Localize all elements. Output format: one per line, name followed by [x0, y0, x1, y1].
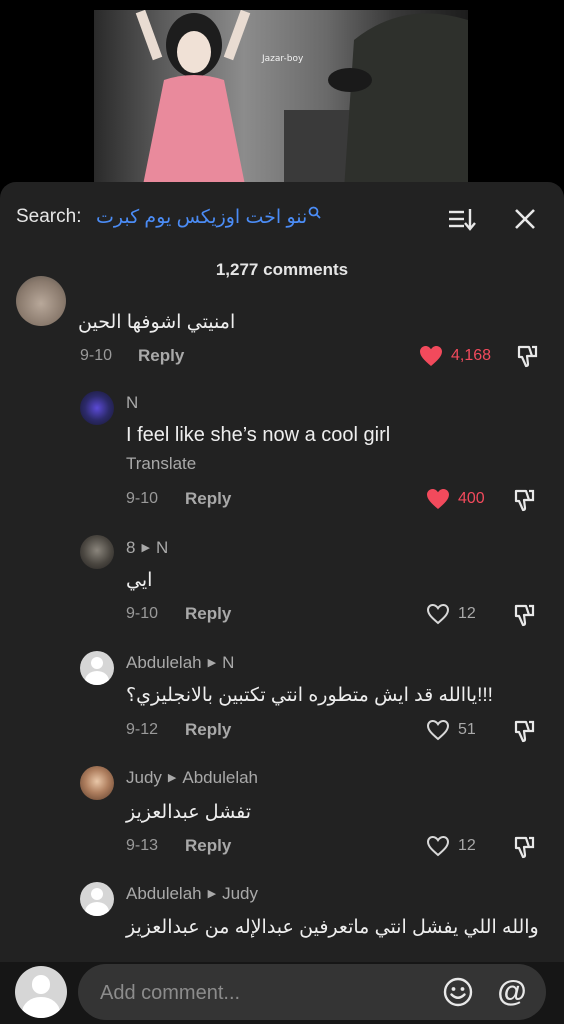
heart-icon-filled[interactable] [426, 488, 450, 510]
video-watermark: Jazar-boy [262, 54, 304, 64]
avatar[interactable] [80, 535, 114, 569]
comment-text: امنيتي اشوفها الحين [78, 312, 236, 333]
avatar[interactable] [16, 276, 66, 326]
search-label: Search: [16, 206, 82, 227]
reply-button[interactable]: Reply [138, 346, 184, 366]
mention-at-icon[interactable]: @ [496, 976, 528, 1008]
search-icon [308, 206, 321, 219]
comments-search-row: Search: ننو اخت اوزيكس يوم كبرت [0, 200, 564, 236]
reply-button[interactable]: Reply [185, 604, 231, 624]
sort-icon[interactable] [446, 204, 476, 234]
search-query-text: ننو اخت اوزيكس يوم كبرت [96, 207, 308, 228]
reply-button[interactable]: Reply [185, 836, 231, 856]
translate-link[interactable]: Translate [126, 454, 196, 474]
heart-icon[interactable] [426, 719, 450, 741]
comment-text: ياالله قد ايش متطوره انتي تكتبين بالانجل… [126, 685, 493, 706]
dislike-icon[interactable] [512, 602, 538, 628]
dislike-icon[interactable] [515, 343, 541, 369]
dislike-icon[interactable] [512, 718, 538, 744]
like-count: 12 [458, 605, 476, 622]
close-icon[interactable] [510, 204, 540, 234]
video-girl-figure [135, 10, 251, 190]
avatar[interactable] [80, 651, 114, 685]
comment-text: ايي [126, 570, 153, 591]
like-count: 4,168 [451, 347, 492, 364]
search-query-link[interactable]: ننو اخت اوزيكس يوم كبرت [96, 206, 321, 229]
comment-date: 9-10 [80, 347, 113, 364]
like-count: 400 [458, 490, 485, 507]
reply-button[interactable]: Reply [185, 489, 231, 509]
comment-author[interactable]: 8 ▶ N [126, 538, 168, 558]
reply-to-arrow-icon: ▶ [141, 542, 150, 554]
add-comment-placeholder[interactable]: Add comment... [100, 982, 240, 1005]
comment-author[interactable]: Abdulelah ▶ N [126, 653, 234, 673]
reply-button[interactable]: Reply [185, 720, 231, 740]
heart-icon[interactable] [426, 835, 450, 857]
comment-text: تفشل عبدالعزيز [126, 802, 252, 823]
dislike-icon[interactable] [512, 487, 538, 513]
video-frame[interactable]: Jazar-boy [94, 10, 468, 190]
comment-date: 9-10 [126, 490, 159, 507]
video-man-figure [284, 13, 468, 190]
comment-date: 9-10 [126, 605, 159, 622]
comment-count: 1,277 comments [215, 260, 349, 279]
video-player[interactable]: Jazar-boy [0, 0, 564, 200]
avatar[interactable] [80, 766, 114, 800]
comment-author[interactable]: N [126, 393, 138, 413]
comment-date: 9-12 [126, 721, 159, 738]
emoji-icon[interactable] [442, 976, 474, 1008]
reply-to-arrow-icon: ▶ [207, 657, 217, 669]
comment-author[interactable]: Judy ▶ Abdulelah [126, 768, 258, 788]
reply-to-arrow-icon: ▶ [167, 772, 177, 784]
comment-text: I feel like she’s now a cool girl [126, 424, 391, 446]
dislike-icon[interactable] [512, 834, 538, 860]
comment-date: 9-13 [126, 837, 159, 854]
comment-text: والله اللي يفشل انتي ماتعرفين عبدالإله م… [126, 917, 539, 938]
reply-to-arrow-icon: ▶ [207, 888, 217, 900]
heart-icon[interactable] [426, 603, 450, 625]
heart-icon-filled[interactable] [419, 345, 443, 367]
avatar[interactable] [80, 882, 114, 916]
my-avatar[interactable] [15, 966, 67, 1018]
comment-author[interactable]: Abdulelah ▶ Judy [126, 884, 258, 904]
avatar[interactable] [80, 391, 114, 425]
like-count: 51 [458, 721, 476, 738]
like-count: 12 [458, 837, 476, 854]
